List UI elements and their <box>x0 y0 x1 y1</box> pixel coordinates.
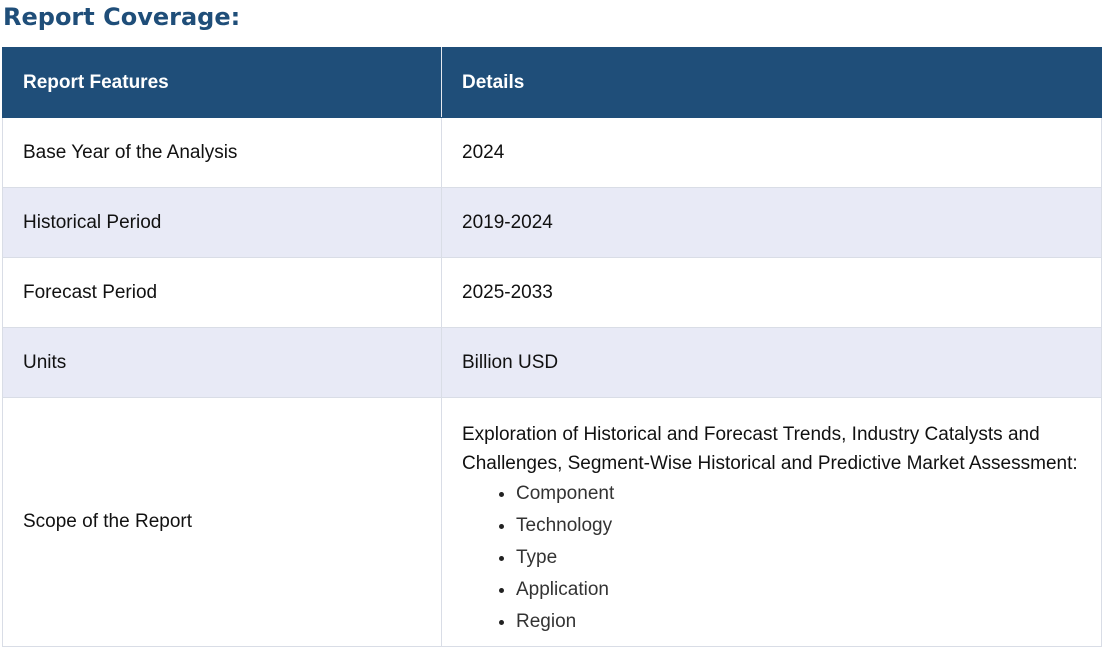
table-row: Historical Period 2019-2024 <box>2 187 1102 258</box>
row-feature: Historical Period <box>2 187 442 258</box>
scope-segment-list: Component Technology Type Application Re… <box>462 478 1081 638</box>
row-detail: 2019-2024 <box>441 187 1102 258</box>
list-item: Type <box>516 542 1081 574</box>
report-coverage-page: Report Coverage: Report Features Details… <box>0 0 1104 672</box>
table-row: Forecast Period 2025-2033 <box>2 257 1102 328</box>
list-item: Component <box>516 478 1081 510</box>
table-header-row: Report Features Details <box>2 47 1102 118</box>
row-feature: Units <box>2 327 442 398</box>
table-row: Units Billion USD <box>2 327 1102 398</box>
row-detail: Billion USD <box>441 327 1102 398</box>
header-details: Details <box>441 47 1102 118</box>
header-report-features: Report Features <box>2 47 442 118</box>
scope-detail-cell: Exploration of Historical and Forecast T… <box>441 397 1102 647</box>
report-coverage-table: Report Features Details Base Year of the… <box>2 47 1102 647</box>
row-detail: 2024 <box>441 117 1102 188</box>
row-feature: Forecast Period <box>2 257 442 328</box>
section-heading: Report Coverage: <box>3 3 241 31</box>
scope-description: Exploration of Historical and Forecast T… <box>462 424 1078 474</box>
row-detail: 2025-2033 <box>441 257 1102 328</box>
table-row: Base Year of the Analysis 2024 <box>2 117 1102 188</box>
list-item: Application <box>516 574 1081 606</box>
row-feature: Base Year of the Analysis <box>2 117 442 188</box>
list-item: Technology <box>516 510 1081 542</box>
row-feature: Scope of the Report <box>2 397 442 647</box>
list-item: Region <box>516 606 1081 638</box>
table-row-scope: Scope of the Report Exploration of Histo… <box>2 397 1102 647</box>
